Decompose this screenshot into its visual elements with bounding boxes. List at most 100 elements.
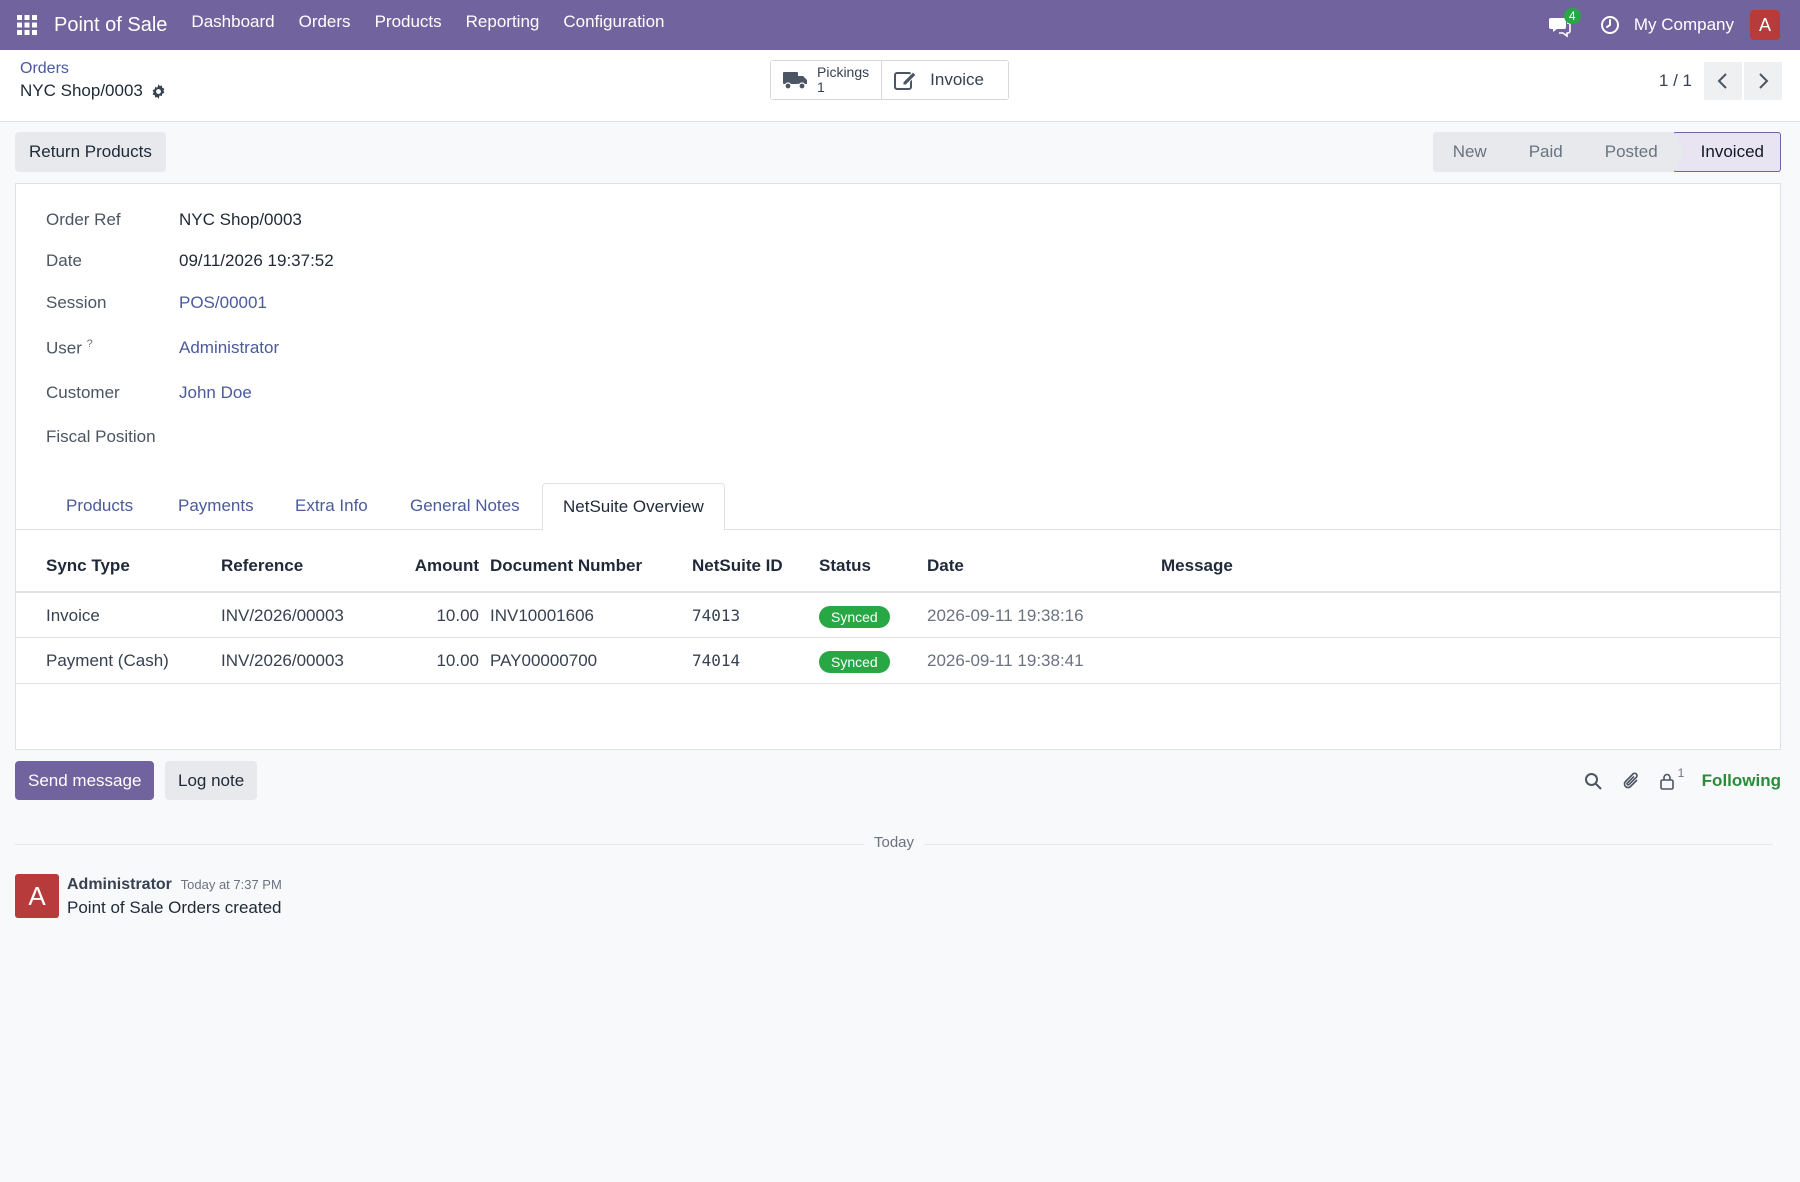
field-order-ref: Order Ref NYC Shop/0003 [46,210,302,230]
tab-products[interactable]: Products [46,483,153,530]
table-header: Sync Type Reference Amount Document Numb… [16,546,1780,592]
company-switcher[interactable]: My Company [1634,15,1734,35]
message-body: Point of Sale Orders created [67,898,282,917]
table-row[interactable]: Invoice INV/2026/00003 10.00 INV10001606… [16,592,1780,638]
stage-new[interactable]: New [1432,132,1513,172]
chat-count-badge: 4 [1563,8,1581,24]
return-products-button[interactable]: Return Products [15,132,166,172]
cell-amount: 10.00 [436,651,479,670]
gear-icon[interactable] [151,83,166,99]
menu-dashboard[interactable]: Dashboard [179,0,286,50]
activity-menu[interactable] [1600,15,1620,35]
record-name: NYC Shop/0003 [20,81,143,100]
paperclip-icon[interactable] [1622,771,1640,791]
cell-netsuite-id: 74014 [692,651,741,670]
customer-link[interactable]: John Doe [179,383,252,403]
menu-orders[interactable]: Orders [287,0,363,50]
status-badge: Synced [819,650,890,673]
apps-grid-icon[interactable] [0,0,54,50]
truck-icon [783,72,807,90]
breadcrumb-current: NYC Shop/0003 [20,81,166,101]
invoice-button[interactable]: Invoice [881,61,1009,99]
send-message-button[interactable]: Send message [15,761,155,800]
pager-next-button[interactable] [1744,62,1782,100]
cell-sync-type: Invoice [46,606,100,625]
edit-icon [894,71,917,90]
invoice-label: Invoice [930,70,985,89]
log-note-button[interactable]: Log note [165,761,258,800]
chatter-toolbar: 1 Following [1564,761,1781,800]
customer-label: Customer [46,383,120,402]
help-tooltip-icon[interactable]: ? [87,338,93,350]
session-label: Session [46,293,107,312]
breadcrumb-parent[interactable]: Orders [20,60,69,78]
field-fiscal-position: Fiscal Position [46,427,156,447]
tab-extra-info[interactable]: Extra Info [275,483,388,530]
table-row[interactable]: Payment (Cash) INV/2026/00003 10.00 PAY0… [16,638,1780,684]
session-link[interactable]: POS/00001 [179,293,267,313]
field-date: Date 09/11/2026 19:37:52 [46,251,334,271]
following-button[interactable]: Following [1702,771,1781,791]
col-document-number[interactable]: Document Number [490,546,642,592]
stage-invoiced[interactable]: Invoiced [1673,132,1781,172]
app-name[interactable]: Point of Sale [54,14,167,37]
col-amount[interactable]: Amount [316,546,479,592]
pager: 1 / 1 [1659,62,1782,100]
message-author[interactable]: Administrator [67,876,172,893]
stage-paid[interactable]: Paid [1502,132,1589,172]
col-reference[interactable]: Reference [221,546,303,592]
navbar-systray: 4 My Company A [1548,0,1780,50]
status-badge: Synced [819,605,890,628]
user-link[interactable]: Administrator [179,338,279,358]
cell-date: 2026-09-11 19:38:16 [927,606,1084,625]
col-status[interactable]: Status [819,546,871,592]
pickings-button[interactable]: Pickings 1 [771,61,882,99]
menu-configuration[interactable]: Configuration [551,0,676,50]
menu-products[interactable]: Products [363,0,454,50]
clock-icon [1600,16,1619,34]
order-ref-value: NYC Shop/0003 [179,210,302,229]
user-avatar[interactable]: A [1750,10,1780,40]
user-label-text: User [46,338,82,358]
messaging-menu[interactable]: 4 [1548,8,1581,40]
tab-general-notes[interactable]: General Notes [390,483,540,530]
pickings-text: Pickings 1 [817,65,869,95]
fiscal-position-label: Fiscal Position [46,427,156,446]
field-customer: Customer John Doe [46,383,252,403]
chatter-message: A Administrator Today at 7:37 PM Point o… [15,874,282,918]
stage-posted[interactable]: Posted [1578,132,1684,172]
notebook-tabs: Products Payments Extra Info General Not… [16,483,1780,531]
col-date[interactable]: Date [927,546,964,592]
menu-reporting[interactable]: Reporting [454,0,552,50]
pager-value[interactable]: 1 / 1 [1659,71,1692,91]
field-session: Session POS/00001 [46,293,267,313]
cell-netsuite-id: 74013 [692,606,741,625]
field-user: User ? Administrator [46,338,279,359]
avatar[interactable]: A [15,874,59,918]
pickings-label: Pickings [817,64,870,80]
lock-user-icon [1659,773,1674,790]
user-label: User ? [46,338,179,359]
control-panel: Orders NYC Shop/0003 Pickings 1 Invoice … [0,50,1800,122]
message-time: Today at 7:37 PM [180,877,282,892]
date-separator-label: Today [863,834,925,851]
followers-count: 1 [1677,765,1685,780]
tab-netsuite-overview[interactable]: NetSuite Overview [542,483,725,531]
form-sheet: Order Ref NYC Shop/0003 Date 09/11/2026 … [15,183,1781,750]
tab-payments[interactable]: Payments [158,483,274,530]
date-label: Date [46,251,82,270]
cell-document-number: INV10001606 [490,606,594,625]
message-content: Administrator Today at 7:37 PM Point of … [67,874,282,918]
chevron-left-icon [1717,73,1727,89]
col-sync-type[interactable]: Sync Type [46,546,130,592]
search-icon[interactable] [1584,772,1602,790]
order-ref-label: Order Ref [46,210,121,229]
cell-document-number: PAY00000700 [490,651,598,670]
pager-previous-button[interactable] [1704,62,1742,100]
followers-button[interactable]: 1 [1658,766,1684,790]
col-netsuite-id[interactable]: NetSuite ID [692,546,783,592]
date-separator: Today [15,834,1773,856]
col-message[interactable]: Message [1161,546,1233,592]
smart-buttons: Pickings 1 Invoice [770,60,1010,100]
cell-date: 2026-09-11 19:38:41 [927,651,1084,670]
